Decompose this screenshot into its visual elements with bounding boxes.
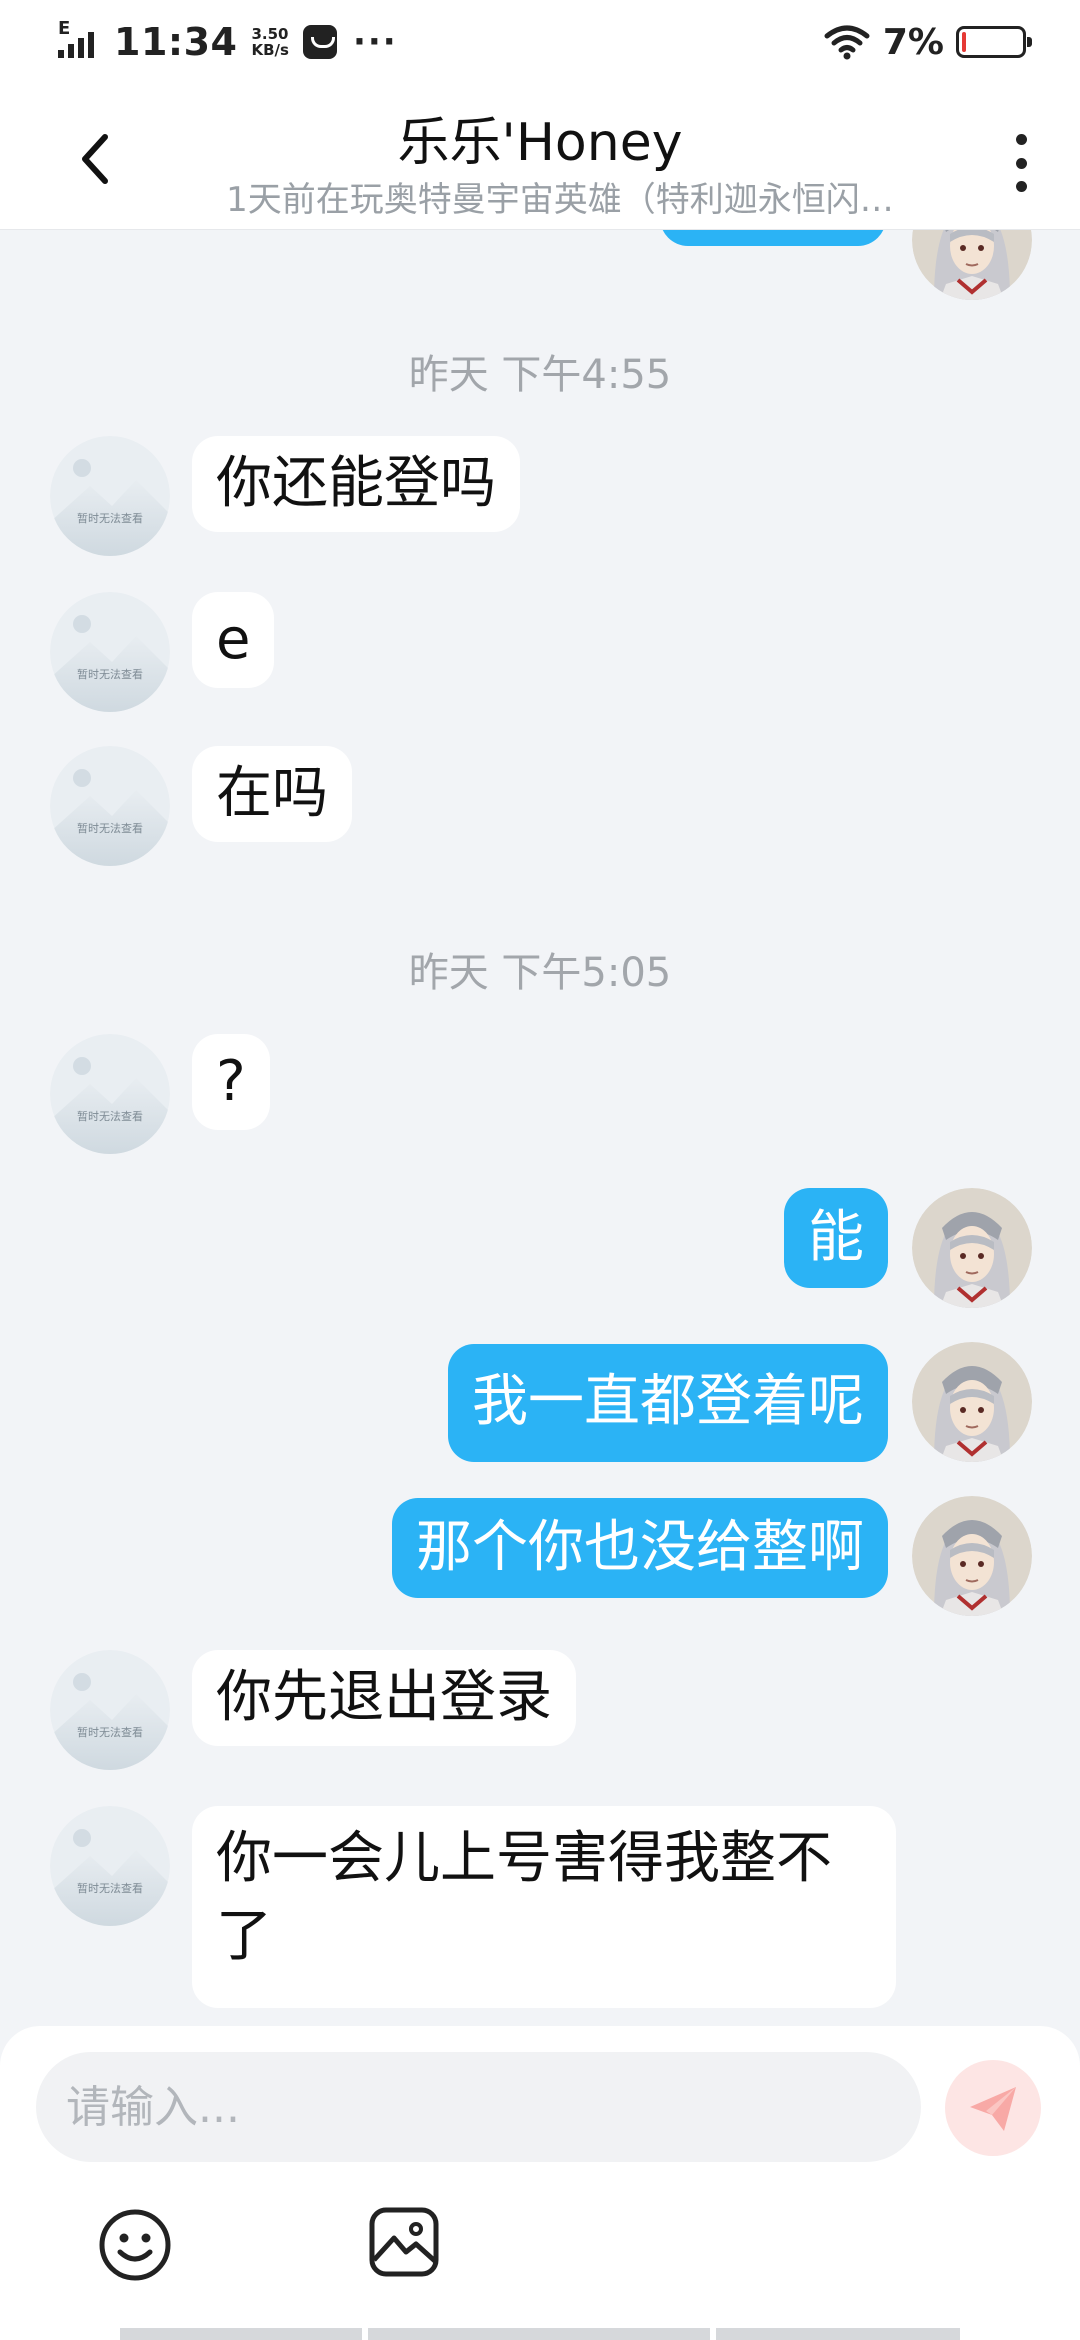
timestamp-divider: 昨天 下午5:05 (408, 950, 672, 996)
contact-status: 1天前在玩奥特曼宇宙英雄（特利迦永恒闪… (226, 180, 894, 220)
contact-avatar[interactable]: 暂时无法查看 (50, 436, 170, 556)
image-picker-button[interactable] (366, 2204, 442, 2280)
my-avatar[interactable] (912, 1188, 1032, 1308)
avatar-placeholder-text: 暂时无法查看 (77, 668, 143, 681)
anime-avatar-icon (912, 1342, 1032, 1462)
back-button[interactable] (60, 124, 130, 194)
emoji-button[interactable] (96, 2206, 174, 2284)
my-avatar[interactable] (912, 1342, 1032, 1462)
my-avatar[interactable] (912, 1496, 1032, 1616)
more-notifications-icon: ··· (352, 22, 398, 62)
message-bubble-incoming[interactable]: ? (192, 1034, 270, 1130)
contact-avatar[interactable]: 暂时无法查看 (50, 1034, 170, 1154)
cellular-signal-icon: E (54, 18, 100, 62)
contact-avatar[interactable]: 暂时无法查看 (50, 746, 170, 866)
contact-avatar[interactable]: 暂时无法查看 (50, 1806, 170, 1926)
anime-avatar-icon (912, 1496, 1032, 1616)
navigation-bar (120, 2328, 960, 2340)
message-bubble-outgoing[interactable]: 那个你也没给整啊 (392, 1498, 888, 1598)
status-time: 11:34 (114, 20, 238, 64)
network-speed-value: 3.50 (251, 25, 289, 43)
shopping-bag-icon (302, 25, 337, 59)
paper-plane-icon (970, 2087, 1016, 2131)
battery-fill (962, 32, 966, 52)
image-unavailable-icon (50, 746, 170, 866)
previous-message-bubble (660, 230, 886, 246)
status-bar: E 11:34 3.50 KB/s ··· 7% (0, 0, 1080, 84)
message-list[interactable]: 昨天 下午4:55 暂时无法查看 你还能登吗 暂时无法查看 e 暂时无法查看 在… (0, 230, 1080, 2030)
avatar-placeholder-text: 暂时无法查看 (77, 1882, 143, 1895)
status-left: E 11:34 3.50 KB/s ··· (54, 18, 398, 64)
wifi-icon (824, 25, 870, 60)
message-bubble-outgoing[interactable]: 能 (784, 1188, 888, 1288)
chat-header: 乐乐'Honey 1天前在玩奥特曼宇宙英雄（特利迦永恒闪… (0, 84, 1080, 230)
image-unavailable-icon (50, 1650, 170, 1770)
chevron-left-icon (82, 134, 108, 184)
message-bubble-incoming[interactable]: e (192, 592, 275, 688)
more-options-button[interactable] (1006, 128, 1036, 198)
battery-percent: 7% (882, 21, 944, 63)
status-right: 7% (823, 21, 1032, 63)
avatar-placeholder-text: 暂时无法查看 (77, 1726, 143, 1739)
image-unavailable-icon (50, 592, 170, 712)
battery-icon (956, 26, 1032, 58)
avatar-placeholder-text: 暂时无法查看 (77, 1110, 143, 1123)
smiley-icon (99, 2209, 171, 2281)
composer (0, 2026, 1080, 2340)
more-vertical-icon (1015, 134, 1027, 145)
network-speed: 3.50 KB/s (251, 26, 288, 58)
message-bubble-incoming[interactable]: 在吗 (192, 746, 352, 842)
anime-avatar-icon (912, 230, 1032, 300)
message-bubble-incoming[interactable]: 你一会儿上号害得我整不了 (192, 1806, 896, 2008)
image-unavailable-icon (50, 1806, 170, 1926)
anime-avatar-icon (912, 1188, 1032, 1308)
message-input[interactable] (36, 2052, 921, 2162)
timestamp-divider: 昨天 下午4:55 (408, 352, 672, 398)
image-unavailable-icon (50, 1034, 170, 1154)
contact-avatar[interactable]: 暂时无法查看 (50, 1650, 170, 1770)
contact-name: 乐乐'Honey (397, 113, 683, 173)
message-bubble-incoming[interactable]: 你先退出登录 (192, 1650, 576, 1746)
send-button[interactable] (945, 2060, 1041, 2156)
avatar-placeholder-text: 暂时无法查看 (77, 512, 143, 525)
network-speed-unit: KB/s (251, 41, 289, 59)
my-avatar[interactable] (912, 230, 1032, 300)
message-bubble-outgoing[interactable]: 我一直都登着呢 (448, 1344, 888, 1462)
message-bubble-incoming[interactable]: 你还能登吗 (192, 436, 520, 532)
image-icon (369, 2207, 439, 2277)
contact-avatar[interactable]: 暂时无法查看 (50, 592, 170, 712)
image-unavailable-icon (50, 436, 170, 556)
avatar-placeholder-text: 暂时无法查看 (77, 822, 143, 835)
